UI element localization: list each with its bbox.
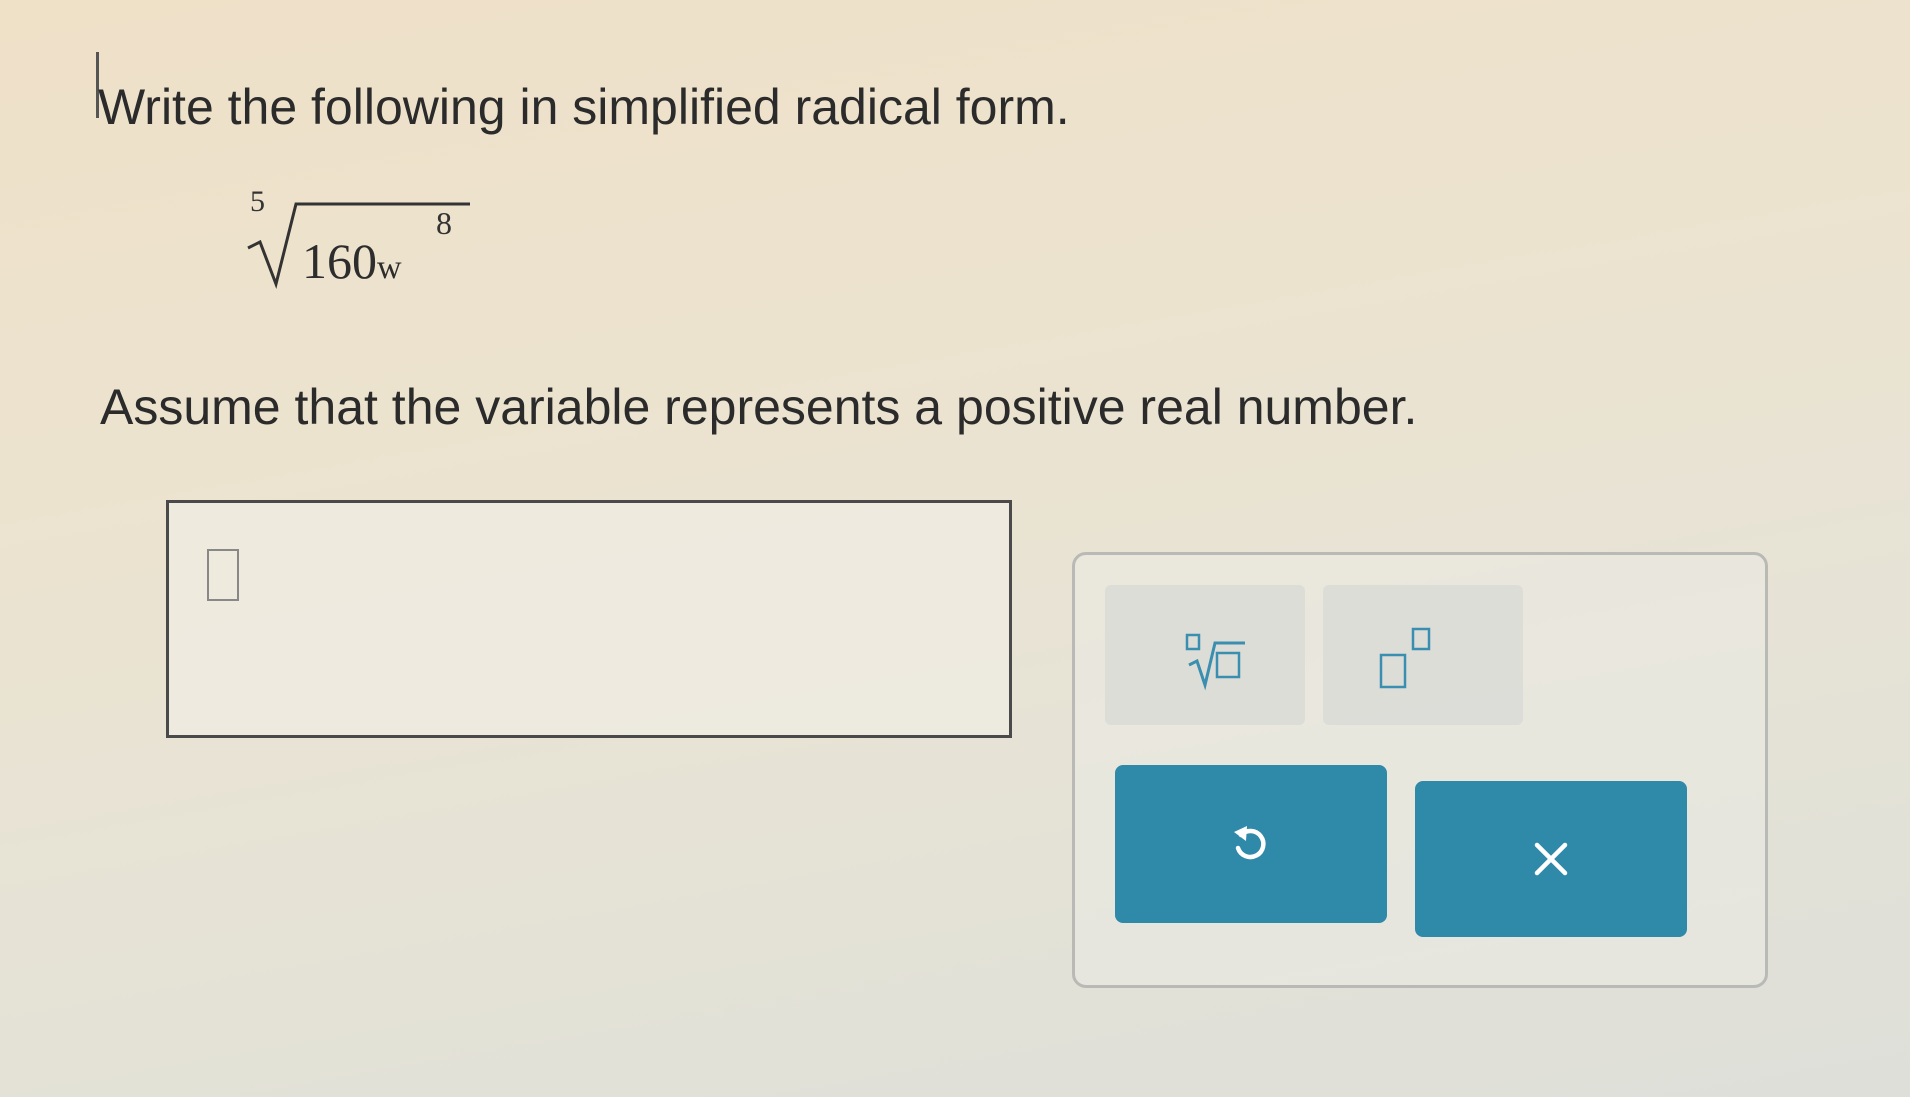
radicand-variable: w [377,249,402,286]
exponent-icon [1379,627,1431,689]
radical-expression: 5 160w 8 [240,180,480,300]
clear-button[interactable] [1415,781,1687,937]
answer-input[interactable] [166,500,1012,738]
question-assumption: Assume that the variable represents a po… [100,379,1418,435]
root-index: 5 [250,185,265,218]
radicand-exponent: 8 [436,205,452,241]
answer-placeholder-box[interactable] [207,549,239,601]
math-toolbar [1072,552,1768,988]
nth-root-button[interactable] [1105,585,1305,725]
undo-icon [1234,826,1266,860]
radicand-number: 160 [302,233,377,289]
undo-button[interactable] [1115,765,1387,923]
radicand: 160w [302,232,402,290]
nth-root-icon [1185,633,1245,691]
exponent-button[interactable] [1323,585,1523,725]
question-instruction: Write the following in simplified radica… [98,79,1070,135]
close-icon [1534,842,1568,876]
